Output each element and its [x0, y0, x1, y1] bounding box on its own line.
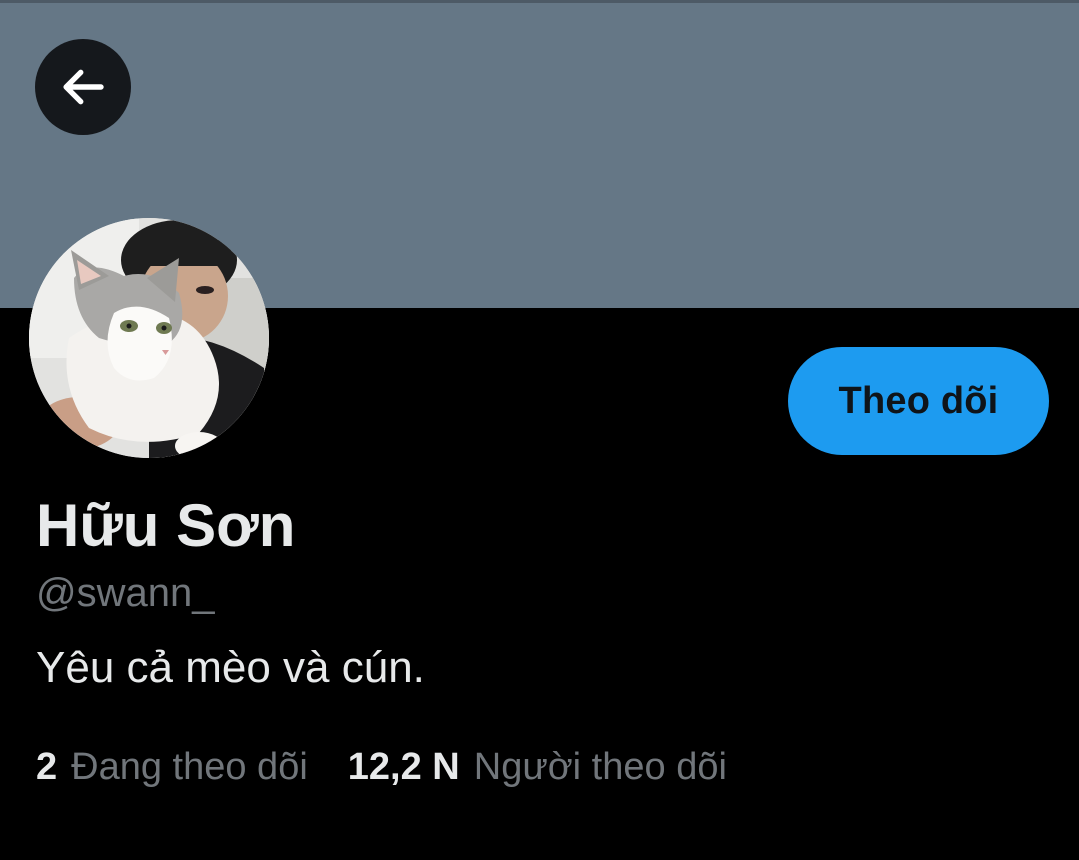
avatar-photo — [29, 218, 269, 458]
profile-bio: Yêu cả mèo và cún. — [36, 643, 425, 692]
followers-count: 12,2 N — [347, 746, 460, 788]
avatar[interactable] — [29, 218, 269, 458]
follow-button[interactable]: Theo dõi — [788, 347, 1049, 455]
profile-screen: Theo dõi Hữu Sơn @swann_ Yêu cả mèo và c… — [0, 0, 1079, 860]
followers-label: Người theo dõi — [473, 746, 727, 788]
arrow-left-icon — [63, 69, 104, 105]
display-name: Hữu Sơn — [36, 492, 296, 559]
username-handle: @swann_ — [36, 571, 215, 615]
profile-stats: 2 Đang theo dõi 12,2 N Người theo dõi — [36, 741, 727, 793]
following-link[interactable]: 2 Đang theo dõi — [36, 741, 308, 793]
back-button[interactable] — [35, 39, 131, 135]
following-count: 2 — [36, 746, 58, 788]
following-label: Đang theo dõi — [71, 746, 308, 788]
followers-link[interactable]: 12,2 N Người theo dõi — [348, 741, 727, 793]
